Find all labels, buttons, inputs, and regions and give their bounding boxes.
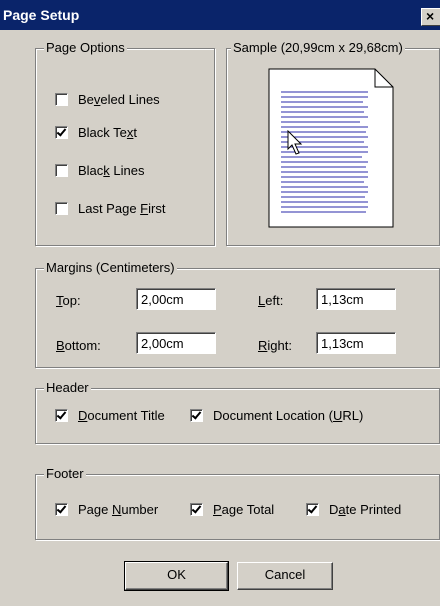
checkbox-label: Last Page First	[78, 201, 166, 216]
header-legend: Header	[44, 380, 91, 396]
checkbox-box[interactable]	[190, 409, 203, 422]
black-text-checkbox[interactable]: Black Text	[55, 125, 137, 140]
cancel-button[interactable]: Cancel	[237, 562, 333, 590]
checkbox-box[interactable]	[190, 503, 203, 516]
window-title: Page Setup	[3, 7, 80, 23]
checkbox-label: Document Title	[78, 408, 165, 423]
bottom-margin-label: Bottom:	[56, 338, 101, 353]
checkbox-label: Black Text	[78, 125, 138, 140]
checkbox-box[interactable]	[55, 164, 68, 177]
document-location-checkbox[interactable]: Document Location (URL)	[190, 408, 363, 423]
last-page-first-checkbox[interactable]: Last Page First	[55, 201, 165, 216]
top-margin-input[interactable]	[136, 288, 216, 310]
bottom-margin-input[interactable]	[136, 332, 216, 354]
checkbox-box[interactable]	[55, 126, 68, 139]
checkbox-label: Black Lines	[78, 163, 145, 178]
black-lines-checkbox[interactable]: Black Lines	[55, 163, 145, 178]
checkbox-box[interactable]	[306, 503, 319, 516]
left-margin-label: Left:	[258, 293, 284, 308]
checkbox-label: Page Total	[213, 502, 275, 517]
ok-button[interactable]: OK	[124, 561, 229, 591]
checkbox-label: Document Location (URL)	[213, 408, 364, 423]
sample-legend: Sample (20,99cm x 29,68cm)	[231, 40, 405, 56]
right-margin-label: Right:	[258, 338, 292, 353]
left-margin-input[interactable]	[316, 288, 396, 310]
page-options-group: Page Options	[35, 40, 215, 246]
page-options-legend: Page Options	[44, 40, 127, 56]
checkbox-label: Page Number	[78, 502, 159, 517]
close-icon: ×	[426, 8, 435, 24]
checkbox-label: Date Printed	[329, 502, 402, 517]
checkbox-box[interactable]	[55, 503, 68, 516]
right-margin-input[interactable]	[316, 332, 396, 354]
checkbox-label: Beveled Lines	[78, 92, 160, 107]
top-margin-label: Top:	[56, 293, 81, 308]
beveled-lines-checkbox[interactable]: Beveled Lines	[55, 92, 160, 107]
page-total-checkbox[interactable]: Page Total	[190, 502, 274, 517]
title-bar: Page Setup ×	[0, 0, 440, 30]
close-button[interactable]: ×	[421, 8, 440, 26]
document-title-checkbox[interactable]: Document Title	[55, 408, 165, 423]
checkbox-box[interactable]	[55, 409, 68, 422]
footer-legend: Footer	[44, 466, 86, 482]
date-printed-checkbox[interactable]: Date Printed	[306, 502, 401, 517]
checkbox-box[interactable]	[55, 93, 68, 106]
checkbox-box[interactable]	[55, 202, 68, 215]
arrow-cursor-icon	[287, 130, 303, 155]
page-number-checkbox[interactable]: Page Number	[55, 502, 158, 517]
margins-legend: Margins (Centimeters)	[44, 260, 177, 276]
